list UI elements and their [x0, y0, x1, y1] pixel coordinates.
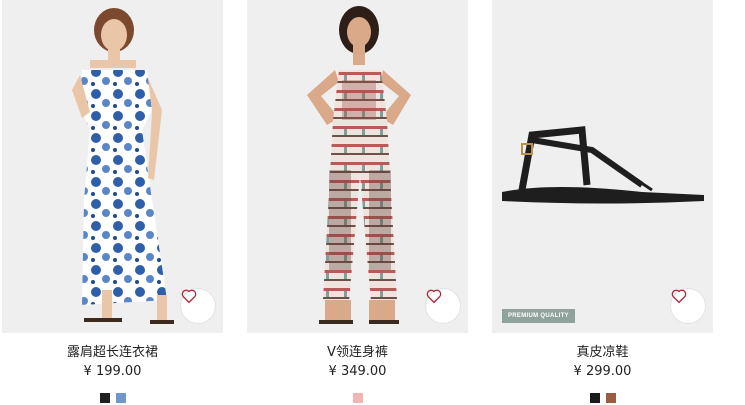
- jumpsuit-photo: [247, 0, 468, 333]
- color-swatch[interactable]: [99, 393, 110, 403]
- color-swatches: [492, 393, 713, 403]
- premium-quality-badge: PREMIUM QUALITY: [502, 309, 575, 323]
- product-price: ¥ 349.00: [328, 364, 387, 379]
- product-card[interactable]: 露肩超长连衣裙 ¥ 199.00: [2, 0, 223, 403]
- product-image[interactable]: [247, 0, 468, 333]
- favorite-button[interactable]: [181, 289, 215, 323]
- product-price: ¥ 299.00: [573, 364, 632, 379]
- product-name[interactable]: 真皮凉鞋: [492, 345, 713, 361]
- color-swatch[interactable]: [352, 393, 363, 403]
- color-swatches: [247, 393, 468, 403]
- product-card[interactable]: PREMIUM QUALITY 真皮凉鞋 ¥ 299.00: [492, 0, 713, 403]
- product-grid: 露肩超长连衣裙 ¥ 199.00 V领连身裤 ¥ 349.00 PREMIUM …: [0, 0, 745, 405]
- sandal-photo: [492, 0, 713, 333]
- product-image[interactable]: [2, 0, 223, 333]
- favorite-button[interactable]: [671, 289, 705, 323]
- dress-photo: [2, 0, 223, 333]
- product-price: ¥ 199.00: [83, 364, 142, 379]
- color-swatches: [2, 393, 223, 403]
- product-name[interactable]: 露肩超长连衣裙: [2, 345, 223, 361]
- color-swatch[interactable]: [605, 393, 616, 403]
- product-name[interactable]: V领连身裤: [247, 345, 468, 361]
- favorite-button[interactable]: [426, 289, 460, 323]
- color-swatch[interactable]: [589, 393, 600, 403]
- product-image[interactable]: PREMIUM QUALITY: [492, 0, 713, 333]
- product-card[interactable]: V领连身裤 ¥ 349.00: [247, 0, 468, 403]
- color-swatch[interactable]: [115, 393, 126, 403]
